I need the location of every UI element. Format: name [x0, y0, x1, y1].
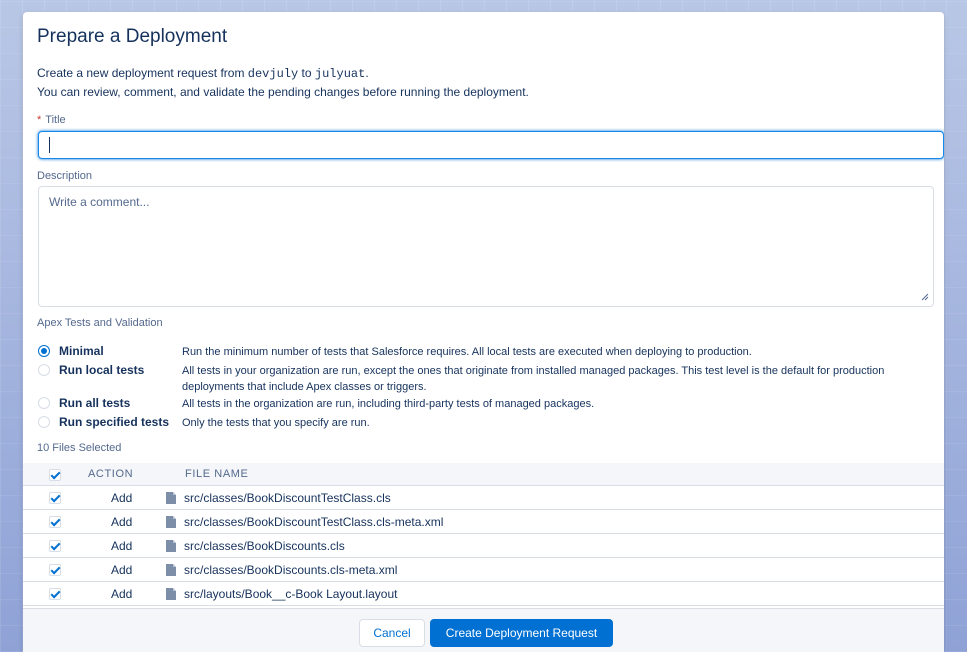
row-checkbox[interactable]: [49, 540, 61, 552]
column-header-file-name: FILE NAME: [185, 468, 249, 480]
intro-mid: to: [298, 66, 315, 80]
modal-title: Prepare a Deployment: [37, 26, 228, 47]
test-option-local[interactable]: Run local tests All tests in your organi…: [38, 363, 884, 393]
file-icon: [166, 564, 176, 576]
intro-line-2: You can review, comment, and validate th…: [37, 85, 529, 99]
table-row: Add src/classes/BookDiscountTestClass.cl…: [23, 486, 944, 510]
intro-prefix: Create a new deployment request from: [37, 66, 248, 80]
text-cursor: [49, 137, 50, 153]
file-icon: [166, 516, 176, 528]
row-file-name: src/classes/BookDiscountTestClass.cls: [184, 491, 391, 505]
description-label: Description: [37, 170, 93, 182]
table-row: Add src/classes/BookDiscounts.cls-meta.x…: [23, 558, 944, 582]
radio-local-tests[interactable]: [38, 364, 50, 376]
intro-line-1: Create a new deployment request from dev…: [37, 64, 529, 83]
radio-minimal[interactable]: [38, 345, 50, 357]
test-option-minimal[interactable]: Minimal Run the minimum number of tests …: [38, 344, 752, 358]
radio-label-minimal: Minimal: [59, 344, 104, 358]
file-icon: [166, 540, 176, 552]
row-checkbox[interactable]: [49, 516, 61, 528]
row-action: Add: [111, 587, 133, 601]
table-header: ACTION FILE NAME: [23, 463, 944, 486]
radio-specified-tests[interactable]: [38, 416, 50, 428]
row-action: Add: [111, 491, 133, 505]
resize-grip-icon[interactable]: [921, 293, 929, 301]
file-icon: [166, 588, 176, 600]
radio-label-local: Run local tests: [59, 363, 145, 377]
test-option-all[interactable]: Run all tests All tests in the organizat…: [38, 396, 594, 410]
description-textarea[interactable]: [38, 186, 934, 307]
radio-all-tests[interactable]: [38, 397, 50, 409]
apex-tests-heading: Apex Tests and Validation: [37, 317, 163, 329]
row-action: Add: [111, 515, 133, 529]
row-checkbox[interactable]: [49, 492, 61, 504]
cancel-button[interactable]: Cancel: [359, 619, 425, 647]
title-label-text: Title: [45, 114, 66, 126]
table-row: Add src/classes/BookDiscountTestClass.cl…: [23, 510, 944, 534]
column-header-action: ACTION: [88, 468, 134, 480]
radio-label-specified: Run specified tests: [59, 415, 170, 429]
modal-footer: Cancel Create Deployment Request: [23, 608, 944, 652]
row-checkbox[interactable]: [49, 588, 61, 600]
source-branch: devjuly: [247, 67, 299, 81]
radio-desc-all: All tests in the organization are run, i…: [182, 398, 595, 410]
required-asterisk: *: [37, 114, 42, 126]
row-checkbox[interactable]: [49, 564, 61, 576]
table-row: Add src/layouts/Book__c-Book Layout.layo…: [23, 582, 944, 606]
title-input[interactable]: [38, 131, 944, 159]
test-option-specified[interactable]: Run specified tests Only the tests that …: [38, 415, 370, 429]
prepare-deployment-modal: Prepare a Deployment Create a new deploy…: [23, 12, 944, 652]
row-file-name: src/classes/BookDiscounts.cls-meta.xml: [184, 563, 398, 577]
table-row: Add src/classes/BookDiscounts.cls: [23, 534, 944, 558]
row-action: Add: [111, 563, 133, 577]
intro-suffix: .: [365, 66, 369, 80]
row-file-name: src/layouts/Book__c-Book Layout.layout: [184, 587, 398, 601]
select-all-checkbox[interactable]: [49, 469, 61, 481]
file-icon: [166, 492, 176, 504]
target-branch: julyuat: [314, 67, 366, 81]
files-table: ACTION FILE NAME Add src/classes/BookDis…: [23, 463, 944, 606]
files-selected-count: 10 Files Selected: [37, 442, 122, 454]
radio-desc-local: All tests in your organization are run, …: [182, 365, 885, 393]
create-deployment-request-button[interactable]: Create Deployment Request: [430, 619, 613, 647]
title-label: * Title: [37, 114, 66, 126]
row-file-name: src/classes/BookDiscounts.cls: [184, 539, 345, 553]
row-action: Add: [111, 539, 133, 553]
radio-desc-minimal: Run the minimum number of tests that Sal…: [182, 346, 752, 358]
row-file-name: src/classes/BookDiscountTestClass.cls-me…: [184, 515, 444, 529]
radio-desc-specified: Only the tests that you specify are run.: [182, 417, 370, 429]
modal-intro: Create a new deployment request from dev…: [37, 64, 529, 101]
radio-label-all: Run all tests: [59, 396, 131, 410]
